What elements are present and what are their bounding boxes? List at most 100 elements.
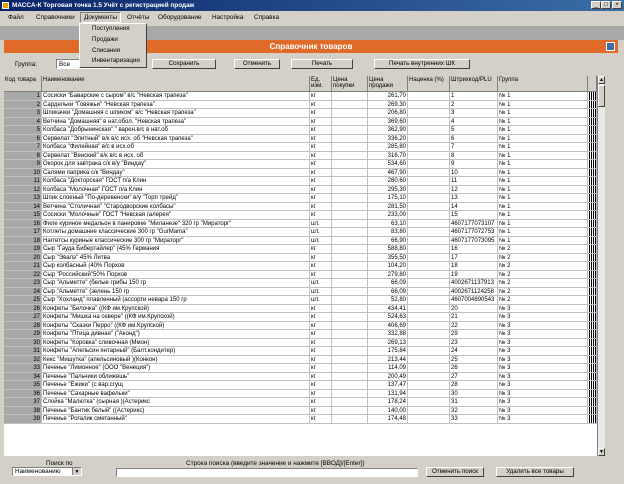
minimize-button[interactable]: _ bbox=[591, 1, 601, 9]
col-group[interactable]: Группа bbox=[498, 76, 588, 91]
cell-code[interactable]: 3 bbox=[4, 109, 42, 118]
cell-barcode[interactable]: 6 bbox=[450, 134, 498, 143]
cell-extra[interactable] bbox=[588, 415, 597, 424]
cell-extra[interactable] bbox=[588, 355, 597, 364]
cell-code[interactable]: 20 bbox=[4, 253, 42, 262]
cell-buy-price[interactable] bbox=[332, 185, 368, 194]
print-barcodes-button[interactable]: Печать внутренних ШК bbox=[374, 59, 470, 69]
cell-extra[interactable] bbox=[588, 194, 597, 203]
cell-unit[interactable]: кг bbox=[310, 211, 332, 220]
cell-extra[interactable] bbox=[588, 126, 597, 135]
cell-name[interactable]: Окорок для завтрака с/к в/у "Виндау" bbox=[42, 160, 310, 169]
cell-buy-price[interactable] bbox=[332, 211, 368, 220]
cell-markup[interactable] bbox=[408, 236, 450, 245]
cell-sell-price[interactable]: 279,80 bbox=[368, 270, 408, 279]
table-row[interactable]: 23 Сыр "Альметте" (белые грибы 150 гр шт. 6… bbox=[4, 279, 597, 288]
cell-group[interactable]: № 2 bbox=[498, 279, 588, 288]
cell-extra[interactable] bbox=[588, 304, 597, 313]
cell-sell-price[interactable]: 137,47 bbox=[368, 381, 408, 390]
cell-markup[interactable] bbox=[408, 100, 450, 109]
close-button[interactable]: × bbox=[612, 1, 622, 9]
cell-name[interactable]: Сыр "Российский"50% Порхов bbox=[42, 270, 310, 279]
cell-group[interactable]: № 3 bbox=[498, 406, 588, 415]
cell-unit[interactable]: кг bbox=[310, 372, 332, 381]
cell-name[interactable]: Колбаса "Докторская" ГОСТ п/а Клин bbox=[42, 177, 310, 186]
cell-group[interactable]: № 1 bbox=[498, 151, 588, 160]
table-row[interactable]: 16 Филе куриное медальон в панировке "Мил… bbox=[4, 219, 597, 228]
cell-buy-price[interactable] bbox=[332, 389, 368, 398]
table-row[interactable]: 21 Сыр колбасный (40% Порхов кг 104,20 18 № 2 bbox=[4, 262, 597, 271]
table-row[interactable]: 2 Сардельки "Говяжьи" "Невская трапеза" кг… bbox=[4, 100, 597, 109]
cell-sell-price[interactable]: 140,00 bbox=[368, 406, 408, 415]
cell-code[interactable]: 21 bbox=[4, 262, 42, 271]
table-row[interactable]: 22 Сыр "Российский"50% Порхов кг 279,80 19 № … bbox=[4, 270, 597, 279]
cell-unit[interactable]: кг bbox=[310, 381, 332, 390]
cell-sell-price[interactable]: 261,70 bbox=[368, 92, 408, 101]
cell-barcode[interactable]: 24 bbox=[450, 347, 498, 356]
table-row[interactable]: 9 Окорок для завтрака с/к в/у "Виндау" кг 5… bbox=[4, 160, 597, 169]
cell-extra[interactable] bbox=[588, 134, 597, 143]
table-row[interactable]: 36 Печенье "Сахарные вафельки" кг 131,94 30 №… bbox=[4, 389, 597, 398]
cell-barcode[interactable]: 26 bbox=[450, 364, 498, 373]
cell-unit[interactable]: кг bbox=[310, 262, 332, 271]
cell-group[interactable]: № 1 bbox=[498, 202, 588, 211]
cell-extra[interactable] bbox=[588, 211, 597, 220]
cell-name[interactable]: Конфеты "Апельсин янтарный" (Балт.кондит… bbox=[42, 347, 310, 356]
cell-barcode[interactable]: 21 bbox=[450, 313, 498, 322]
cell-markup[interactable] bbox=[408, 117, 450, 126]
cell-name[interactable]: Печенье "Сахарные вафельки" bbox=[42, 389, 310, 398]
cell-group[interactable]: № 3 bbox=[498, 389, 588, 398]
cell-sell-price[interactable]: 332,88 bbox=[368, 330, 408, 339]
cell-unit[interactable]: кг bbox=[310, 330, 332, 339]
menu-documents[interactable]: Документы bbox=[80, 12, 121, 23]
cell-name[interactable]: Колбаса "Молочная" ГОСТ п/а Клин bbox=[42, 185, 310, 194]
cell-sell-price[interactable]: 295,30 bbox=[368, 185, 408, 194]
cell-buy-price[interactable] bbox=[332, 279, 368, 288]
cell-code[interactable]: 25 bbox=[4, 296, 42, 305]
cell-name[interactable]: Ветчина "Столичная" "Стародворские колба… bbox=[42, 202, 310, 211]
col-name[interactable]: Наименование bbox=[42, 76, 310, 91]
cell-buy-price[interactable] bbox=[332, 245, 368, 254]
cell-name[interactable]: Сыр "Гауда Бибертайлер" (45% Германия bbox=[42, 245, 310, 254]
cell-markup[interactable] bbox=[408, 279, 450, 288]
menu-help[interactable]: Справка bbox=[251, 13, 282, 22]
cell-code[interactable]: 13 bbox=[4, 194, 42, 203]
table-row[interactable]: 34 Печенье "Пальчики оближешь" кг 200,49 27 №… bbox=[4, 372, 597, 381]
cell-group[interactable]: № 3 bbox=[498, 381, 588, 390]
cell-buy-price[interactable] bbox=[332, 126, 368, 135]
cell-buy-price[interactable] bbox=[332, 270, 368, 279]
cell-unit[interactable]: кг bbox=[310, 160, 332, 169]
cell-group[interactable]: № 1 bbox=[498, 236, 588, 245]
cell-group[interactable]: № 1 bbox=[498, 168, 588, 177]
cell-extra[interactable] bbox=[588, 406, 597, 415]
cell-unit[interactable]: кг bbox=[310, 185, 332, 194]
cell-group[interactable]: № 1 bbox=[498, 143, 588, 152]
cell-code[interactable]: 39 bbox=[4, 415, 42, 424]
cell-unit[interactable]: кг bbox=[310, 389, 332, 398]
cell-extra[interactable] bbox=[588, 270, 597, 279]
cell-extra[interactable] bbox=[588, 364, 597, 373]
table-row[interactable]: 18 Наггетсы куриные классические 300 гр "… bbox=[4, 236, 597, 245]
scroll-up-button[interactable]: ▲ bbox=[598, 76, 605, 84]
cell-extra[interactable] bbox=[588, 279, 597, 288]
cell-buy-price[interactable] bbox=[332, 151, 368, 160]
cell-group[interactable]: № 1 bbox=[498, 100, 588, 109]
cell-markup[interactable] bbox=[408, 109, 450, 118]
cell-barcode[interactable]: 32 bbox=[450, 406, 498, 415]
cell-code[interactable]: 32 bbox=[4, 355, 42, 364]
window-icon[interactable] bbox=[606, 42, 615, 51]
cell-code[interactable]: 22 bbox=[4, 270, 42, 279]
cell-extra[interactable] bbox=[588, 143, 597, 152]
cell-extra[interactable] bbox=[588, 185, 597, 194]
cell-barcode[interactable]: 27 bbox=[450, 372, 498, 381]
cell-code[interactable]: 24 bbox=[4, 287, 42, 296]
cell-barcode[interactable]: 16 bbox=[450, 245, 498, 254]
cell-barcode[interactable]: 28 bbox=[450, 381, 498, 390]
cell-unit[interactable]: шт. bbox=[310, 287, 332, 296]
cell-name[interactable]: Печенье "Рогалик сметанный" bbox=[42, 415, 310, 424]
cell-barcode[interactable]: 4607177073095 bbox=[450, 236, 498, 245]
cell-sell-price[interactable]: 174,48 bbox=[368, 415, 408, 424]
cell-extra[interactable] bbox=[588, 160, 597, 169]
cell-unit[interactable]: шт. bbox=[310, 236, 332, 245]
cell-code[interactable]: 31 bbox=[4, 347, 42, 356]
